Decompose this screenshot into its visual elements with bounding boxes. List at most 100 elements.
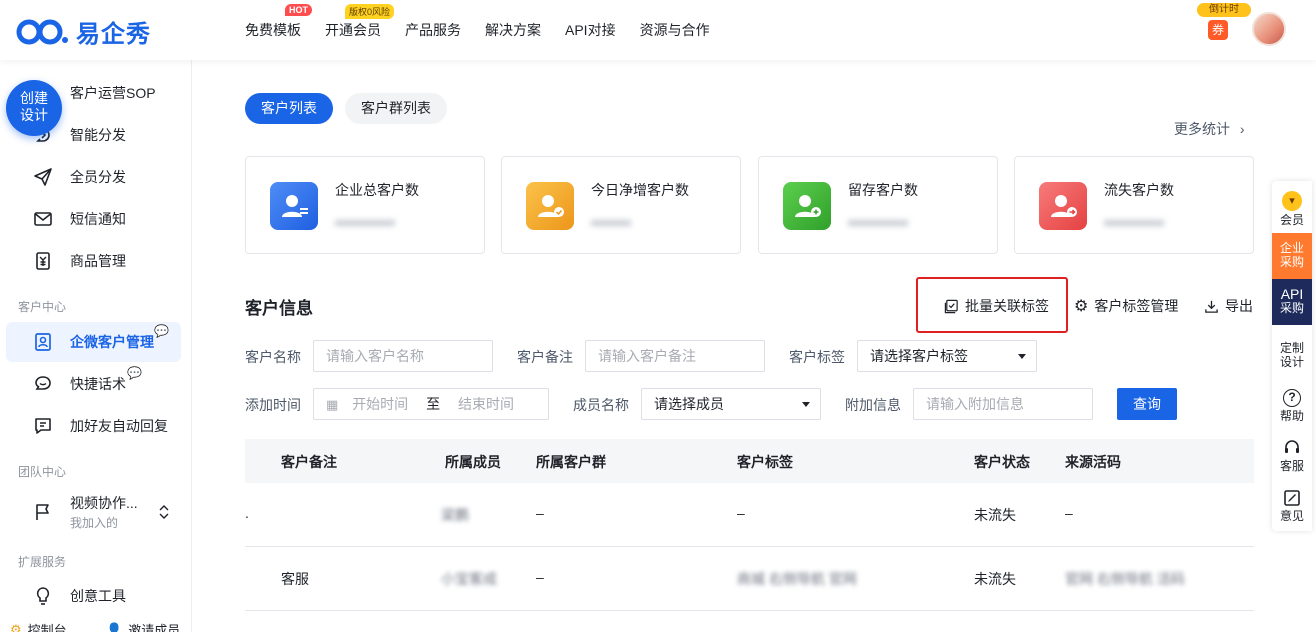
group-customer-center: 客户中心 [18, 300, 67, 314]
customer-tag-select[interactable]: 请选择客户标签 [857, 340, 1037, 372]
cell-status: 未流失 [974, 571, 1016, 587]
edit-box-icon [1284, 490, 1300, 506]
rb-label: 采购 [1279, 255, 1304, 269]
tab-customer-group-list[interactable]: 客户群列表 [345, 93, 447, 124]
sidebar: 创建 设计 客户运营SOP 智能分发 全员分发 短信通知 商品管理 客户中心 企… [0, 60, 192, 632]
vip-label: 会员 [1279, 213, 1304, 227]
brand-logo[interactable]: 易企秀 [16, 14, 151, 49]
sidebar-item-label: 创意工具 [70, 588, 126, 604]
feedback-button[interactable]: 意见 [1272, 489, 1312, 523]
more-stats-link[interactable]: 更多统计 › [1174, 119, 1245, 139]
paper-plane-icon [34, 168, 52, 186]
extra-info-input[interactable]: 请输入附加信息 [913, 388, 1093, 420]
range-separator: 至 [426, 396, 441, 412]
chat-bubble-icon: 💬 [154, 324, 169, 338]
top-header: 易企秀 免费模板 HOT 开通会员 版权0风险 产品服务 解决方案 API对接 … [0, 0, 1316, 60]
more-stats-label: 更多统计 [1174, 121, 1230, 137]
member-filter-label: 成员名称 [573, 397, 629, 413]
right-float-toolbar: ▾ 会员 企业 采购 API 采购 定制 设计 ? 帮助 客服 意见 [1272, 181, 1312, 531]
batch-tag-button[interactable]: 批量关联标签 [944, 296, 1049, 316]
section-title: 客户信息 [245, 299, 313, 318]
product-icon [36, 252, 50, 270]
date-range-picker[interactable]: ▦ 开始时间 至 结束时间 [313, 388, 549, 420]
nav-solutions[interactable]: 解决方案 [485, 20, 541, 40]
cell-tags: – [737, 505, 745, 521]
end-time-input[interactable]: 结束时间 [458, 396, 514, 412]
nav-label: 开通会员 [325, 22, 381, 38]
nav-api[interactable]: API对接 [565, 20, 616, 40]
enterprise-purchase-button[interactable]: 企业 采购 [1272, 233, 1312, 279]
crown-icon: ▾ [1282, 191, 1302, 211]
vip-button[interactable]: ▾ 会员 [1272, 187, 1312, 231]
user-icon [270, 182, 318, 230]
member-select[interactable]: 请选择成员 [641, 388, 821, 420]
stat-card-value-redacted: ▬▬ [591, 209, 631, 231]
custom-design-button[interactable]: 定制 设计 [1272, 341, 1312, 369]
user-check-icon [526, 182, 574, 230]
console-label: 控制台 [27, 623, 67, 632]
chat-icon [35, 376, 51, 390]
select-value: 请选择成员 [654, 396, 724, 412]
rb-label: 意见 [1279, 509, 1304, 523]
help-button[interactable]: ? 帮助 [1272, 389, 1312, 423]
console-link[interactable]: ⚙ 控制台 [10, 620, 67, 632]
export-label: 导出 [1225, 298, 1253, 314]
cell-tags: 商城 右侧导航 官网 [737, 571, 857, 587]
sidebar-item-creative-tools[interactable]: 创意工具 [0, 576, 191, 616]
time-filter-label: 添加时间 [245, 397, 301, 413]
sidebar-item-label: 加好友自动回复 [70, 418, 168, 434]
coupon-icon[interactable]: 券 [1208, 20, 1228, 40]
sidebar-item-all-distribute[interactable]: 全员分发 [0, 157, 191, 197]
tag-manage-label: 客户标签管理 [1094, 298, 1179, 314]
countdown-badge: 倒计时 [1197, 3, 1251, 17]
sidebar-item-video-collab[interactable]: 视频协作... 我加入的 [0, 488, 191, 536]
col-member: 所属成员 [445, 454, 501, 470]
customer-card-icon [35, 333, 51, 351]
create-label-1: 创建 [20, 90, 48, 106]
rb-label: 采购 [1279, 301, 1304, 315]
nav-products[interactable]: 产品服务 [405, 20, 461, 40]
sidebar-item-auto-reply[interactable]: 加好友自动回复 [0, 406, 191, 446]
rb-label: 帮助 [1279, 409, 1304, 423]
customer-service-button[interactable]: 客服 [1272, 439, 1312, 473]
col-status: 客户状态 [974, 454, 1030, 470]
start-time-input[interactable]: 开始时间 [352, 396, 408, 412]
checkbox-icon [944, 299, 958, 313]
query-button[interactable]: 查询 [1117, 388, 1177, 420]
api-purchase-button[interactable]: API 采购 [1272, 279, 1312, 325]
stat-card-total: 企业总客户数 ▬▬▬ [245, 156, 485, 254]
batch-tag-label: 批量关联标签 [965, 298, 1049, 314]
stat-card-title: 企业总客户数 [335, 182, 419, 198]
sidebar-item-label: 商品管理 [70, 253, 126, 269]
select-value: 请选择客户标签 [870, 348, 968, 364]
sidebar-item-products[interactable]: 商品管理 [0, 241, 191, 281]
sidebar-item-label: 客户运营SOP [70, 85, 156, 101]
create-design-button[interactable]: 创建 设计 [6, 80, 62, 136]
extra-filter-label: 附加信息 [845, 397, 901, 413]
calendar-icon: ▦ [326, 397, 339, 412]
export-button[interactable]: 导出 [1204, 296, 1253, 316]
table-row[interactable]: 客服 小宝客成 – 商城 右侧导航 官网 未流失 官网 右侧导航 活码 [245, 547, 1254, 611]
nav-label: 免费模板 [245, 22, 301, 38]
tag-manage-button[interactable]: ⚙ 客户标签管理 [1074, 296, 1178, 316]
user-avatar[interactable] [1252, 12, 1286, 46]
col-tags: 客户标签 [737, 454, 793, 470]
create-label-2: 设计 [20, 107, 48, 123]
expand-toggle-icon[interactable] [158, 504, 170, 520]
table-header: 客户备注 所属成员 所属客户群 客户标签 客户状态 来源活码 [245, 439, 1254, 483]
cell-remark: . [245, 505, 249, 521]
nav-resources[interactable]: 资源与合作 [640, 20, 710, 40]
nav-membership[interactable]: 开通会员 版权0风险 [325, 4, 395, 40]
sidebar-item-sms[interactable]: 短信通知 [0, 199, 191, 239]
name-filter-label: 客户名称 [245, 349, 301, 365]
sidebar-item-label: 智能分发 [70, 127, 126, 143]
stat-card-value-redacted: ▬▬▬ [848, 209, 908, 231]
sidebar-item-quick-reply[interactable]: 快捷话术 [0, 364, 191, 404]
nav-free-templates[interactable]: 免费模板 HOT [245, 4, 312, 40]
customer-name-input[interactable]: 请输入客户名称 [313, 340, 493, 372]
rb-label: API [1280, 286, 1304, 302]
table-row[interactable]: . 梁鹏 – – 未流失 – [245, 483, 1254, 547]
invite-member-link[interactable]: 👤 邀请成员 [106, 620, 180, 632]
customer-remark-input[interactable]: 请输入客户备注 [585, 340, 765, 372]
tab-customer-list[interactable]: 客户列表 [245, 93, 333, 124]
